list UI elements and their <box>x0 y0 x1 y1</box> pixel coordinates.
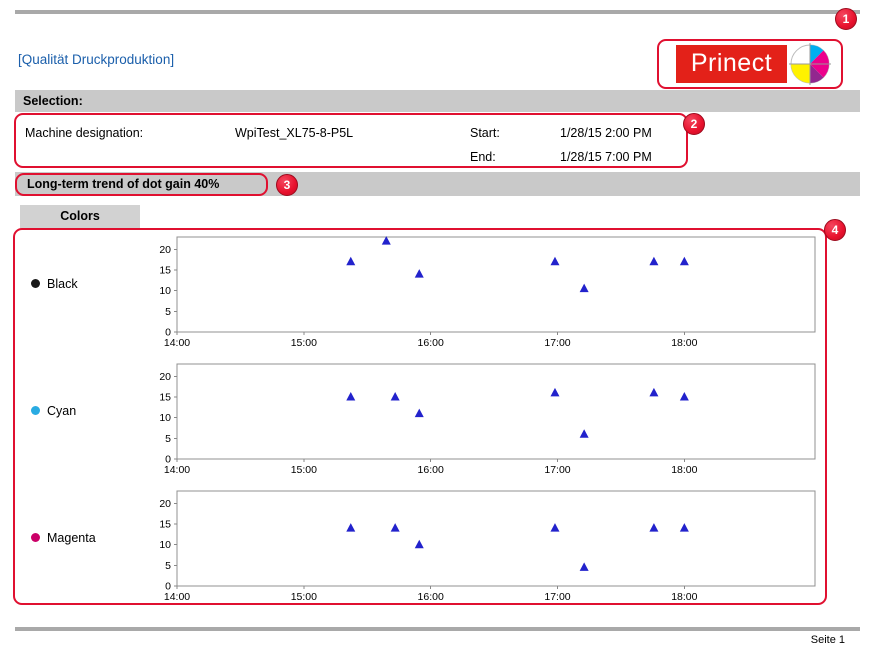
callout-badge-1: 1 <box>835 8 857 30</box>
data-point <box>346 523 355 532</box>
data-point <box>580 284 589 293</box>
chart-row-cyan: Cyan0510152014:0015:0016:0017:0018:00 <box>15 359 823 478</box>
chart-row-magenta: Magenta0510152014:0015:0016:0017:0018:00 <box>15 486 823 605</box>
plot-area <box>177 364 815 459</box>
svg-text:15: 15 <box>159 265 171 277</box>
x-axis: 14:00 15:00 16:00 17:00 18:00 <box>164 586 698 603</box>
prinect-logo-text: Prinect <box>676 45 787 83</box>
svg-text:18:00: 18:00 <box>671 337 697 349</box>
data-point <box>649 257 658 266</box>
data-point <box>550 388 559 397</box>
machine-designation-label: Machine designation: <box>25 125 143 141</box>
svg-text:17:00: 17:00 <box>544 337 570 349</box>
svg-text:20: 20 <box>159 244 171 256</box>
svg-text:20: 20 <box>159 498 171 510</box>
data-point <box>391 523 400 532</box>
y-axis: 05101520 <box>159 498 177 593</box>
selection-section-header: Selection: <box>15 90 860 112</box>
breadcrumb-link[interactable]: [Qualität Druckproduktion] <box>18 52 174 67</box>
callout-badge-3: 3 <box>276 174 298 196</box>
plot-area <box>177 491 815 586</box>
svg-text:17:00: 17:00 <box>544 591 570 603</box>
series-color-dot <box>31 533 40 542</box>
selection-title: Selection: <box>23 94 83 108</box>
svg-text:17:00: 17:00 <box>544 464 570 476</box>
chart-magenta: 0510152014:0015:0016:0017:0018:00 <box>145 486 823 605</box>
data-point <box>649 523 658 532</box>
data-points <box>346 523 689 571</box>
colors-column-header: Colors <box>20 205 140 228</box>
data-point <box>391 392 400 401</box>
svg-text:16:00: 16:00 <box>418 337 444 349</box>
svg-text:5: 5 <box>165 433 171 445</box>
page-number: Seite 1 <box>811 634 845 646</box>
svg-text:14:00: 14:00 <box>164 591 190 603</box>
svg-text:15:00: 15:00 <box>291 464 317 476</box>
end-value: 1/28/15 7:00 PM <box>560 149 652 165</box>
svg-text:18:00: 18:00 <box>671 591 697 603</box>
svg-text:10: 10 <box>159 412 171 424</box>
data-point <box>550 523 559 532</box>
svg-text:14:00: 14:00 <box>164 337 190 349</box>
callout-badge-4: 4 <box>824 219 846 241</box>
svg-text:14:00: 14:00 <box>164 464 190 476</box>
series-label-magenta: Magenta <box>15 486 145 605</box>
chart-black: 0510152014:0015:0016:0017:0018:00 <box>145 232 823 351</box>
data-points <box>346 236 689 292</box>
color-wheel-icon <box>788 42 832 86</box>
start-label: Start: <box>470 125 500 141</box>
data-point <box>550 257 559 266</box>
svg-text:20: 20 <box>159 371 171 383</box>
y-axis: 05101520 <box>159 371 177 466</box>
chart-row-black: Black0510152014:0015:0016:0017:0018:00 <box>15 232 823 351</box>
data-point <box>415 409 424 418</box>
svg-text:10: 10 <box>159 285 171 297</box>
data-point <box>415 540 424 549</box>
data-point <box>415 269 424 278</box>
series-label-cyan: Cyan <box>15 359 145 478</box>
svg-text:15:00: 15:00 <box>291 337 317 349</box>
data-point <box>346 257 355 266</box>
callout-badge-2: 2 <box>683 113 705 135</box>
footer-rule <box>15 627 860 631</box>
svg-text:18:00: 18:00 <box>671 464 697 476</box>
chart-cyan: 0510152014:0015:0016:0017:0018:00 <box>145 359 823 478</box>
data-point <box>680 257 689 266</box>
data-point <box>580 562 589 571</box>
data-point <box>649 388 658 397</box>
series-color-dot <box>31 406 40 415</box>
trend-title: Long-term trend of dot gain 40% <box>23 177 219 191</box>
trend-section-header: Long-term trend of dot gain 40% <box>15 172 860 196</box>
svg-text:16:00: 16:00 <box>418 464 444 476</box>
series-name: Cyan <box>47 404 76 418</box>
svg-text:5: 5 <box>165 560 171 572</box>
svg-text:5: 5 <box>165 306 171 318</box>
svg-text:15:00: 15:00 <box>291 591 317 603</box>
plot-area <box>177 237 815 332</box>
svg-text:15: 15 <box>159 519 171 531</box>
end-label: End: <box>470 149 496 165</box>
charts-area: Black0510152014:0015:0016:0017:0018:00Cy… <box>15 232 823 613</box>
prinect-logo: Prinect <box>676 42 832 86</box>
top-rule <box>15 10 860 14</box>
machine-designation-value: WpiTest_XL75-8-P5L <box>235 125 353 141</box>
data-point <box>346 392 355 401</box>
series-name: Magenta <box>47 531 96 545</box>
data-point <box>680 523 689 532</box>
data-point <box>680 392 689 401</box>
series-label-black: Black <box>15 232 145 351</box>
svg-text:16:00: 16:00 <box>418 591 444 603</box>
series-name: Black <box>47 277 78 291</box>
svg-text:10: 10 <box>159 539 171 551</box>
data-point <box>580 429 589 438</box>
svg-text:15: 15 <box>159 392 171 404</box>
y-axis: 05101520 <box>159 244 177 339</box>
x-axis: 14:00 15:00 16:00 17:00 18:00 <box>164 459 698 476</box>
data-points <box>346 388 689 438</box>
x-axis: 14:00 15:00 16:00 17:00 18:00 <box>164 332 698 349</box>
start-value: 1/28/15 2:00 PM <box>560 125 652 141</box>
series-color-dot <box>31 279 40 288</box>
